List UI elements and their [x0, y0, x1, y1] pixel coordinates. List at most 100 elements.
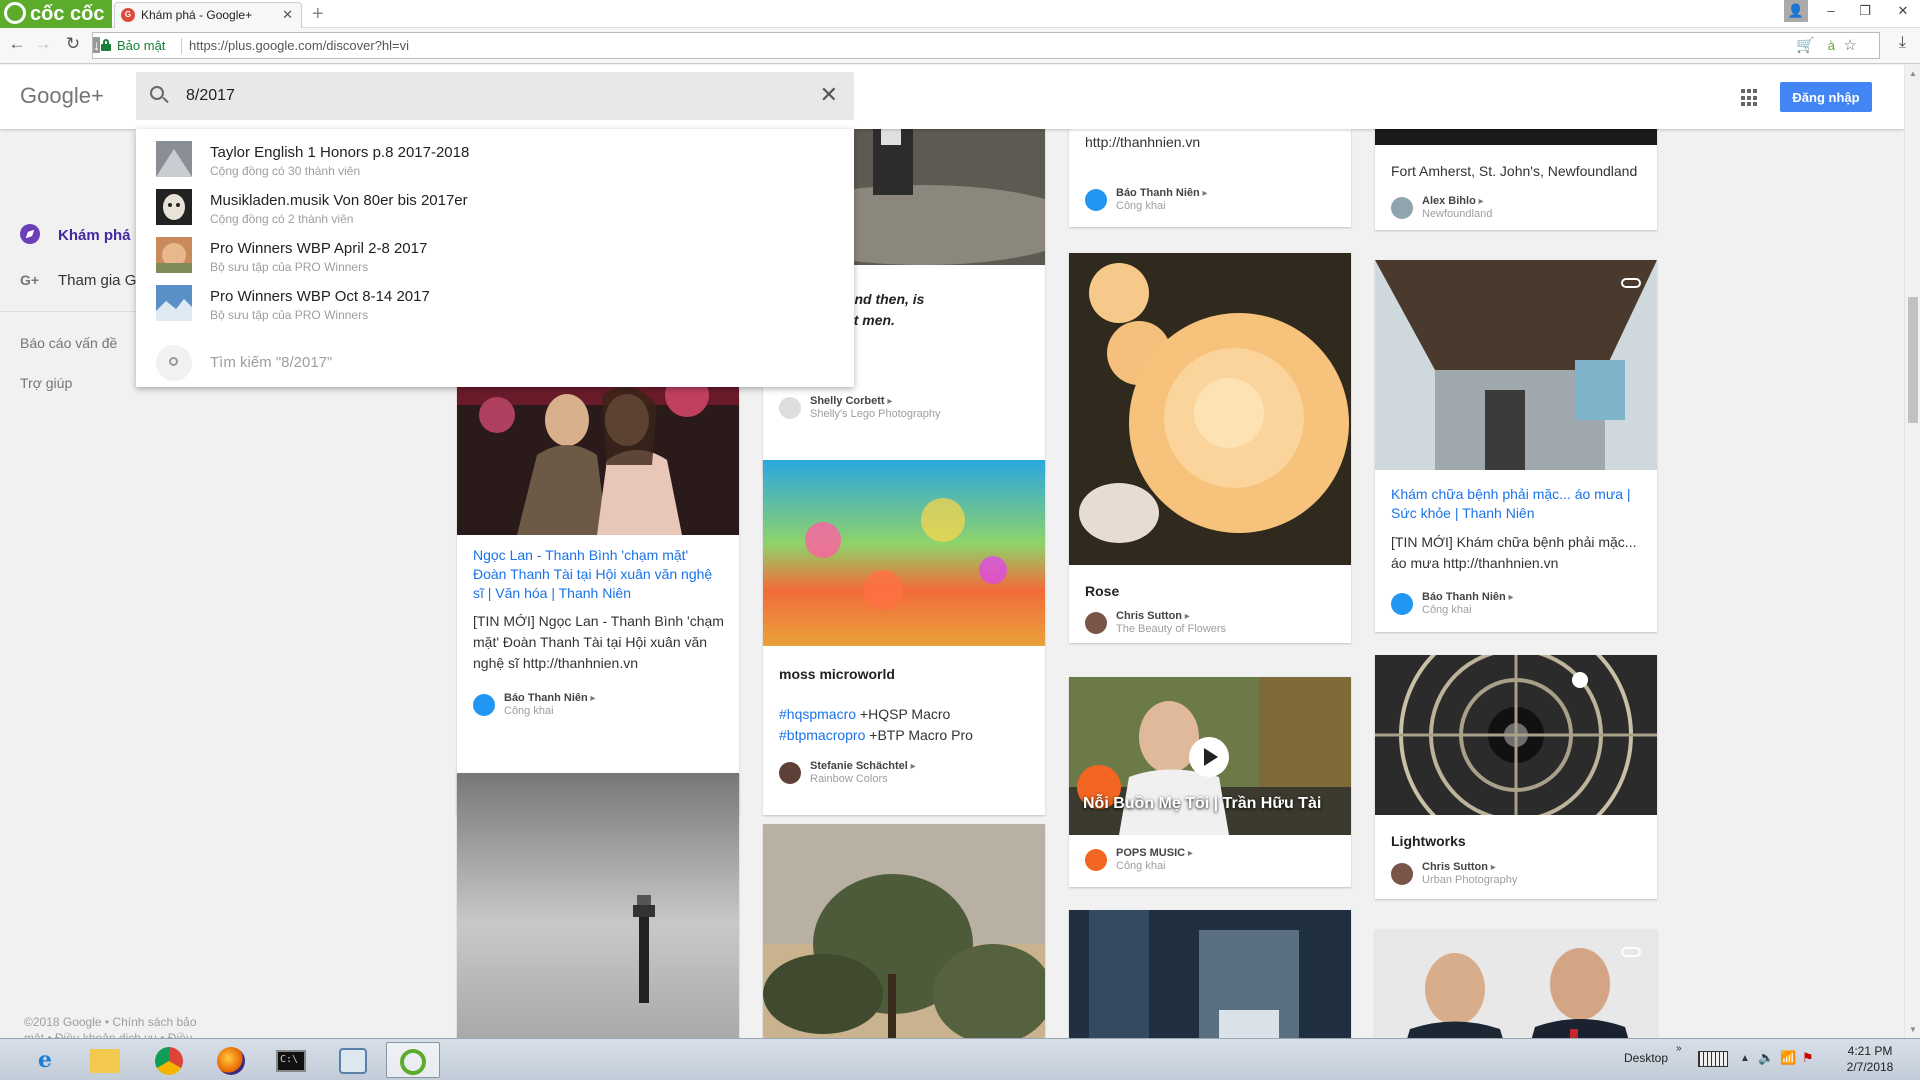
- apps-grid-icon[interactable]: [1741, 89, 1759, 107]
- new-tab-button[interactable]: +: [312, 2, 324, 26]
- report-issue-link[interactable]: Báo cáo vấn đề: [20, 335, 117, 351]
- profile-icon[interactable]: 👤: [1784, 0, 1808, 22]
- post-image: [763, 460, 1045, 646]
- keyboard-icon[interactable]: [1698, 1051, 1728, 1067]
- footer-links[interactable]: ©2018 Google • Chính sách bảo mật • Điều…: [24, 1014, 204, 1038]
- post-card-tree[interactable]: [763, 824, 1045, 1038]
- gplus-logo[interactable]: Google+: [20, 83, 104, 109]
- sidebar-item-discover[interactable]: Khám phá: [20, 224, 131, 244]
- scroll-thumb[interactable]: [1908, 297, 1918, 423]
- reload-icon[interactable]: ↻: [62, 34, 84, 54]
- action-center-flag-icon[interactable]: ⚑: [1802, 1050, 1814, 1066]
- suggestion-item[interactable]: Pro Winners WBP April 2-8 2017 Bộ sưu tậ…: [136, 231, 854, 277]
- internet-explorer-icon[interactable]: e: [18, 1042, 72, 1078]
- post-text: [TIN MỚI] Ngọc Lan - Thanh Bình 'chạm mặ…: [473, 613, 724, 671]
- scroll-up-arrow-icon[interactable]: ▲: [1909, 69, 1917, 78]
- post-author[interactable]: POPS MUSIC Công khai: [1085, 847, 1335, 873]
- post-author[interactable]: Báo Thanh Niên Công khai: [473, 692, 723, 718]
- author-name[interactable]: Stefanie Schächtel: [810, 760, 916, 772]
- suggestion-item[interactable]: Pro Winners WBP Oct 8-14 2017 Bộ sưu tập…: [136, 279, 854, 325]
- post-card-building[interactable]: [1069, 910, 1351, 1038]
- scroll-down-arrow-icon[interactable]: ▼: [1909, 1025, 1917, 1034]
- post-author[interactable]: Shelly Corbett Shelly's Lego Photography: [779, 395, 1029, 421]
- search-all-suggestion[interactable]: Tìm kiếm "8/2017": [136, 343, 854, 383]
- post-card-lightworks[interactable]: Lightworks Chris Sutton Urban Photograph…: [1375, 655, 1657, 899]
- search-input[interactable]: [186, 84, 746, 108]
- clock-time[interactable]: 4:21 PM: [1840, 1044, 1900, 1058]
- clear-search-icon[interactable]: ✕: [820, 82, 838, 108]
- url-text[interactable]: https://plus.google.com/discover?hl=vi: [189, 38, 409, 53]
- clock-date[interactable]: 2/7/2018: [1840, 1060, 1900, 1074]
- author-name[interactable]: Alex Bihlo: [1422, 195, 1484, 207]
- post-author[interactable]: Báo Thanh Niên Công khai: [1085, 187, 1335, 213]
- tray-expand-icon[interactable]: ▲: [1740, 1053, 1750, 1064]
- post-card-rose[interactable]: Rose Chris Sutton The Beauty of Flowers: [1069, 253, 1351, 643]
- author-avatar: [1391, 593, 1413, 615]
- author-name[interactable]: Chris Sutton: [1116, 610, 1190, 622]
- command-prompt-icon[interactable]: C:\: [264, 1042, 318, 1078]
- tab-google-plus[interactable]: G Khám phá - Google+ ✕: [114, 2, 302, 28]
- author-avatar: [1391, 863, 1413, 885]
- back-arrow-icon[interactable]: ←: [6, 34, 28, 54]
- minimize-button[interactable]: –: [1814, 0, 1848, 22]
- suggestion-thumbnail: [156, 237, 192, 273]
- post-link-title[interactable]: Khám chữa bệnh phải mặc... áo mưa | Sức …: [1391, 485, 1641, 523]
- downloads-icon[interactable]: ⤓: [1899, 34, 1906, 52]
- sidebar-item-join[interactable]: G+ Tham gia G: [20, 272, 136, 289]
- author-avatar: [1085, 612, 1107, 634]
- post-card-ngoc-lan[interactable]: Ngọc Lan - Thanh Bình 'chạm mặt' Đoàn Th…: [457, 365, 739, 815]
- author-name[interactable]: Báo Thanh Niên: [1116, 187, 1208, 199]
- save-media-icon[interactable]: ↓: [93, 37, 100, 53]
- coccoc-taskbar-icon[interactable]: [386, 1042, 440, 1078]
- author-name[interactable]: POPS MUSIC: [1116, 847, 1193, 859]
- hashtag-link[interactable]: #btpmacropro: [779, 727, 865, 743]
- hashtag-link[interactable]: #hqspmacro: [779, 706, 856, 722]
- post-author[interactable]: Alex Bihlo Newfoundland: [1391, 195, 1641, 221]
- windows-taskbar: e C:\ Desktop » ▲ 🔈 📶 ⚑ 4:21 PM 2/7/2018: [0, 1038, 1920, 1080]
- post-author[interactable]: Báo Thanh Niên Công khai: [1391, 591, 1641, 617]
- author-name[interactable]: Chris Sutton: [1422, 861, 1496, 873]
- search-box[interactable]: ✕: [136, 72, 854, 120]
- close-window-button[interactable]: ✕: [1886, 0, 1920, 22]
- post-card-lighthouse[interactable]: [457, 773, 739, 1038]
- signin-button[interactable]: Đăng nhập: [1780, 82, 1872, 112]
- author-name[interactable]: Báo Thanh Niên: [1422, 591, 1514, 603]
- hashtag-text: +BTP Macro Pro: [865, 727, 973, 743]
- bookmark-star-icon[interactable]: ☆: [1844, 37, 1857, 55]
- search-icon[interactable]: [150, 86, 164, 100]
- vietnamese-input-icon[interactable]: à: [1828, 37, 1835, 55]
- page-scrollbar[interactable]: ▲ ▼: [1904, 65, 1920, 1038]
- maximize-button[interactable]: ❐: [1848, 0, 1882, 22]
- chrome-icon[interactable]: [142, 1042, 196, 1078]
- coccoc-logo[interactable]: cốc cốc: [0, 0, 112, 28]
- forward-arrow-icon[interactable]: →: [32, 34, 54, 54]
- volume-icon[interactable]: 🔈: [1758, 1050, 1774, 1066]
- author-name[interactable]: Shelly Corbett: [810, 395, 892, 407]
- shopping-cart-icon[interactable]: 🛒: [1796, 37, 1815, 55]
- post-author[interactable]: Chris Sutton The Beauty of Flowers: [1085, 610, 1335, 636]
- desktop-toolbar-label[interactable]: Desktop: [1624, 1051, 1668, 1065]
- address-bar[interactable]: Bảo mật https://plus.google.com/discover…: [92, 32, 1880, 59]
- page-content: Ngọc Lan - Thanh Bình 'chạm mặt' Đoàn Th…: [0, 65, 1904, 1038]
- post-card-leaders[interactable]: [1375, 929, 1657, 1038]
- suggestion-item[interactable]: Taylor English 1 Honors p.8 2017-2018 Cộ…: [136, 135, 854, 181]
- coccoc-leaf-icon: [4, 2, 26, 24]
- post-card-health[interactable]: Khám chữa bệnh phải mặc... áo mưa | Sức …: [1375, 260, 1657, 632]
- help-link[interactable]: Trợ giúp: [20, 375, 72, 391]
- file-explorer-icon[interactable]: [78, 1042, 132, 1078]
- firefox-icon[interactable]: [204, 1042, 258, 1078]
- tab-close-icon[interactable]: ✕: [282, 3, 293, 27]
- author-avatar: [473, 694, 495, 716]
- post-link-title[interactable]: Ngọc Lan - Thanh Bình 'chạm mặt' Đoàn Th…: [473, 546, 723, 603]
- play-icon[interactable]: [1189, 737, 1229, 777]
- network-icon[interactable]: 📶: [1780, 1050, 1796, 1066]
- post-card-video[interactable]: Nỗi Buồn Mẹ Tôi | Trần Hữu Tài POPS MUSI…: [1069, 677, 1351, 887]
- post-author[interactable]: Stefanie Schächtel Rainbow Colors: [779, 760, 1029, 786]
- post-card-moss[interactable]: moss microworld #hqspmacro +HQSP Macro #…: [763, 460, 1045, 815]
- post-author[interactable]: Chris Sutton Urban Photography: [1391, 861, 1641, 887]
- chevron-right-icon[interactable]: »: [1676, 1043, 1682, 1054]
- author-name[interactable]: Báo Thanh Niên: [504, 692, 596, 704]
- suggestion-item[interactable]: Musikladen.musik Von 80er bis 2017er Cộn…: [136, 183, 854, 229]
- snipping-tool-icon[interactable]: [326, 1042, 380, 1078]
- link-icon: [1621, 947, 1641, 957]
